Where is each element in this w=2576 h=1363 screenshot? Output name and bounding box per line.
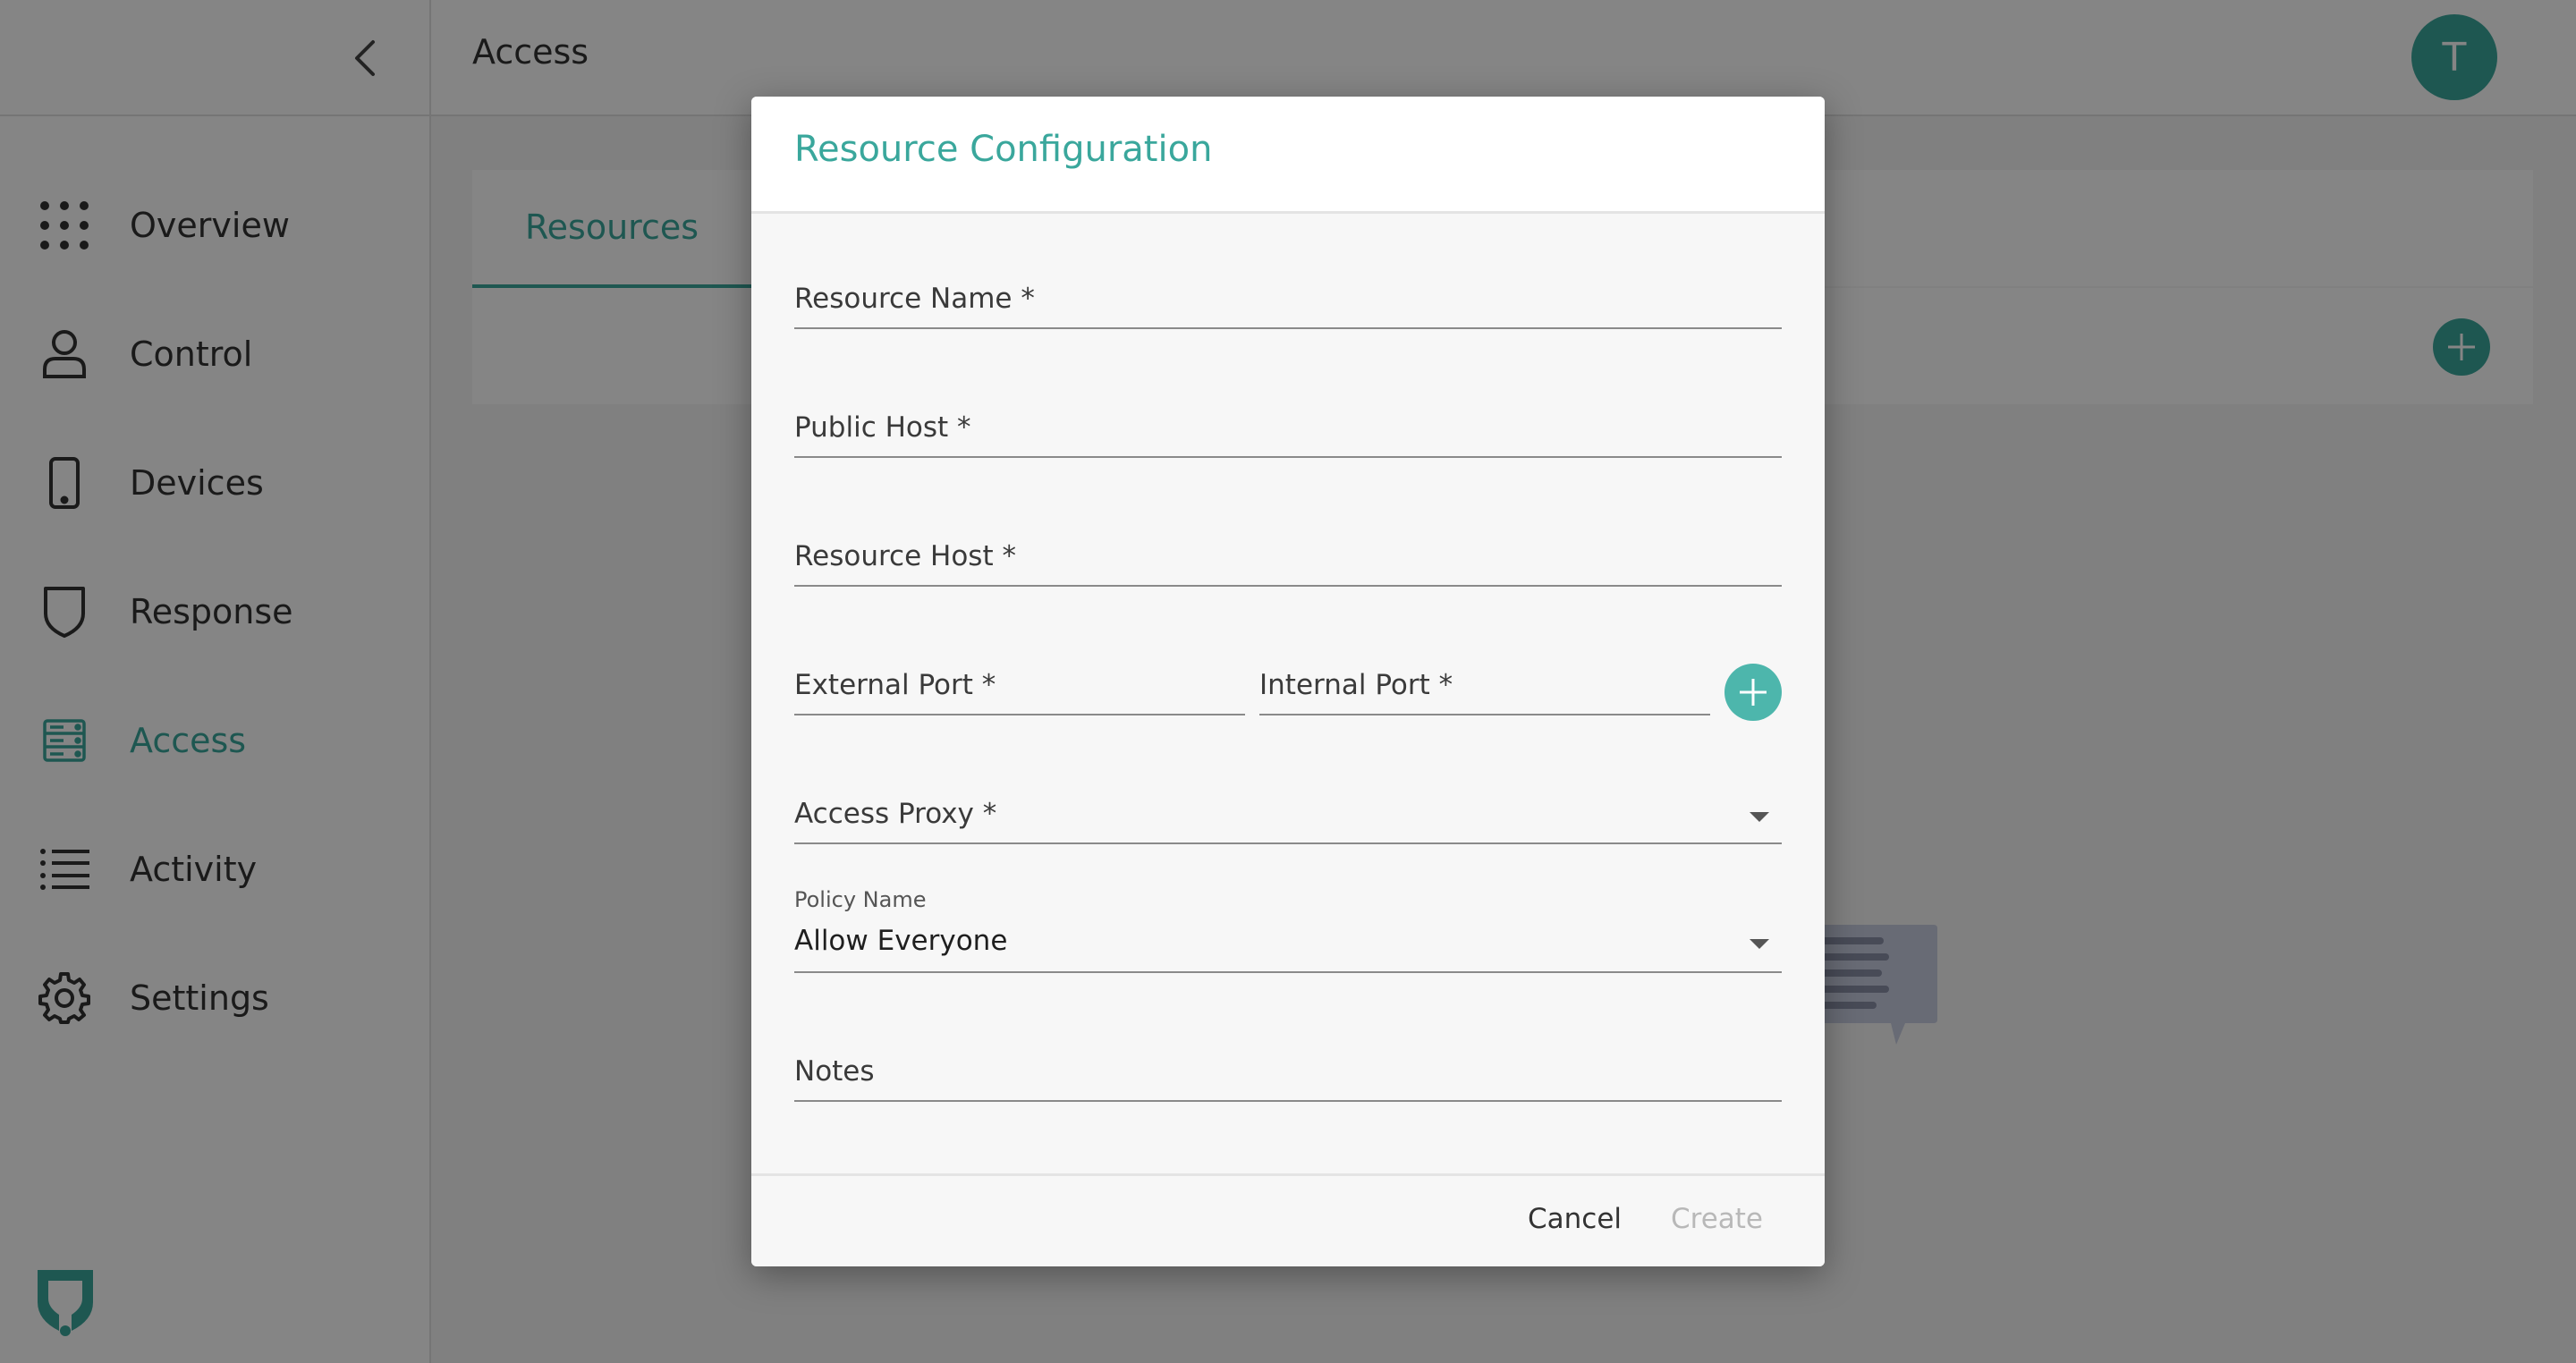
dialog-title: Resource Configuration <box>794 129 1213 170</box>
public-host-field[interactable]: Public Host * <box>794 404 1782 458</box>
field-label: Notes <box>794 1055 875 1088</box>
dialog-footer: Cancel Create <box>751 1173 1825 1266</box>
policy-name-select[interactable]: Policy Name Allow Everyone <box>794 887 1782 973</box>
field-label: Resource Host * <box>794 540 1016 572</box>
notes-field[interactable]: Notes <box>794 1048 1782 1102</box>
field-label: Policy Name <box>794 887 927 912</box>
plus-icon <box>1740 679 1767 706</box>
caret-down-icon <box>1750 939 1769 949</box>
field-value: Allow Everyone <box>794 925 1008 957</box>
field-label: Access Proxy * <box>794 798 997 830</box>
field-label: Resource Name * <box>794 283 1035 315</box>
external-port-field[interactable]: External Port * <box>794 662 1245 715</box>
internal-port-field[interactable]: Internal Port * <box>1259 662 1710 715</box>
field-label: Internal Port * <box>1259 669 1453 701</box>
field-label: External Port * <box>794 669 996 701</box>
create-button[interactable]: Create <box>1671 1203 1763 1235</box>
resource-configuration-dialog: Resource Configuration Resource Name * P… <box>751 97 1825 1266</box>
resource-host-field[interactable]: Resource Host * <box>794 533 1782 587</box>
resource-name-field[interactable]: Resource Name * <box>794 275 1782 329</box>
field-label: Public Host * <box>794 411 971 444</box>
dialog-header: Resource Configuration <box>751 97 1825 214</box>
cancel-button[interactable]: Cancel <box>1528 1203 1622 1235</box>
add-port-button[interactable] <box>1724 664 1782 721</box>
caret-down-icon <box>1750 812 1769 822</box>
access-proxy-select[interactable]: Access Proxy * <box>794 791 1782 844</box>
